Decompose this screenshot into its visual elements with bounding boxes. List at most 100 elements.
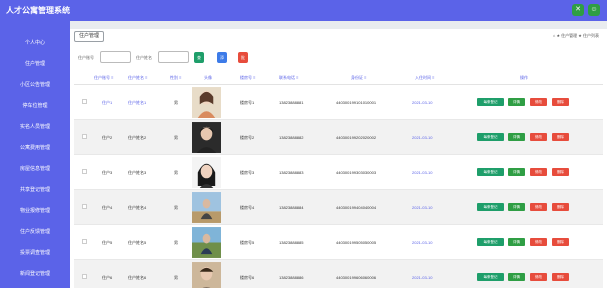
table-row[interactable]: 住户2 住户姓名2 男 楼房号2 13823888882 44030019920… bbox=[74, 120, 603, 155]
delete-button[interactable]: 删除 bbox=[552, 98, 569, 106]
avatar bbox=[192, 87, 221, 118]
cell-phone: 13823888884 bbox=[279, 205, 304, 210]
header-actions: 操作 bbox=[520, 75, 528, 80]
name-label: 住户姓名 bbox=[136, 55, 152, 60]
detail-button[interactable]: 详情 bbox=[508, 273, 525, 281]
detail-button[interactable]: 详情 bbox=[508, 98, 525, 106]
sidebar-item-survey[interactable]: 投票调查管理 bbox=[0, 243, 70, 264]
cell-phone: 13823888881 bbox=[279, 100, 304, 105]
row-checkbox[interactable] bbox=[82, 134, 87, 139]
cell-account: 住户6 bbox=[102, 275, 113, 280]
header-name[interactable]: 住户姓名 ≡ bbox=[128, 75, 147, 81]
user-icon[interactable]: ☺ bbox=[588, 4, 600, 16]
detail-button[interactable]: 详情 bbox=[508, 203, 525, 211]
sidebar-item-housing[interactable]: 房屋信息管理 bbox=[0, 159, 70, 180]
query-button[interactable]: 查询 bbox=[194, 52, 204, 71]
sidebar-item-repair[interactable]: 物业报修管理 bbox=[0, 201, 70, 222]
breadcrumb-separator: ★ bbox=[578, 33, 582, 38]
header-gender[interactable]: 性别 ≡ bbox=[170, 75, 181, 81]
header-account[interactable]: 住户账号 ≡ bbox=[94, 75, 113, 81]
checkin-register-button[interactable]: 每条登记 bbox=[477, 98, 504, 106]
bulk-delete-button[interactable]: 批量删除 bbox=[238, 52, 248, 93]
sidebar-item-realname[interactable]: 实名人员管理 bbox=[0, 117, 70, 138]
cell-checkin: 2021-03-10 bbox=[412, 205, 433, 210]
checkin-register-button[interactable]: 每条登记 bbox=[477, 273, 504, 281]
name-search-input[interactable] bbox=[158, 51, 189, 63]
edit-button[interactable]: 修改 bbox=[530, 273, 547, 281]
cell-name: 住户姓名6 bbox=[128, 275, 147, 280]
detail-button[interactable]: 详情 bbox=[508, 168, 525, 176]
cell-gender: 男 bbox=[174, 170, 178, 175]
tab-resident-management[interactable]: 住户管理 bbox=[74, 31, 105, 42]
breadcrumb-item[interactable]: 住户列表 bbox=[583, 33, 599, 38]
checkin-register-button[interactable]: 每条登记 bbox=[477, 168, 504, 176]
header-id-card[interactable]: 身份证 ≡ bbox=[351, 75, 366, 81]
sidebar-item-parking[interactable]: 停车位管理 bbox=[0, 96, 70, 117]
cell-gender: 男 bbox=[174, 275, 178, 280]
sidebar-item-residents[interactable]: 住户管理 bbox=[0, 54, 70, 75]
delete-button[interactable]: 删除 bbox=[552, 133, 569, 141]
delete-button[interactable]: 删除 bbox=[552, 203, 569, 211]
cell-checkin: 2021-03-10 bbox=[412, 100, 433, 105]
close-icon[interactable]: ✕ bbox=[572, 4, 584, 16]
sidebar-item-feedback[interactable]: 住户反馈管理 bbox=[0, 222, 70, 243]
cell-gender: 男 bbox=[174, 205, 178, 210]
sidebar-item-news[interactable]: 新闻登记管理 bbox=[0, 264, 70, 285]
add-button[interactable]: 添加 bbox=[217, 52, 227, 71]
sidebar-item-notices[interactable]: 小区公告管理 bbox=[0, 75, 70, 96]
table-row[interactable]: 住户5 住户姓名5 男 楼房号5 13823888885 44030019950… bbox=[74, 225, 603, 260]
edit-button[interactable]: 修改 bbox=[530, 168, 547, 176]
checkin-register-button[interactable]: 每条登记 bbox=[477, 203, 504, 211]
cell-gender: 男 bbox=[174, 240, 178, 245]
delete-button[interactable]: 删除 bbox=[552, 168, 569, 176]
cell-room: 楼房号3 bbox=[240, 170, 255, 175]
sidebar-item-shared[interactable]: 共享登记管理 bbox=[0, 180, 70, 201]
cell-room: 楼房号4 bbox=[240, 205, 255, 210]
home-icon[interactable]: ⌂ bbox=[553, 33, 555, 38]
edit-button[interactable]: 修改 bbox=[530, 238, 547, 246]
row-checkbox[interactable] bbox=[82, 99, 87, 104]
row-checkbox[interactable] bbox=[82, 239, 87, 244]
app-title: 人才公寓管理系统 bbox=[6, 6, 70, 15]
edit-button[interactable]: 修改 bbox=[530, 203, 547, 211]
header-strip bbox=[70, 21, 607, 29]
account-search-input[interactable] bbox=[100, 51, 131, 63]
header-checkin[interactable]: 入住时间 ≡ bbox=[415, 75, 434, 81]
cell-phone: 13823888885 bbox=[279, 240, 304, 245]
table-header: 住户账号 ≡ 住户姓名 ≡ 性别 ≡ 头像 楼房号 ≡ 联系电话 ≡ 身份证 ≡… bbox=[74, 71, 603, 85]
cell-id-card: 440300199202020002 bbox=[336, 135, 377, 140]
cell-id-card: 440300199101010001 bbox=[336, 100, 377, 105]
sidebar: 个人中心 住户管理 小区公告管理 停车位管理 实名人员管理 公寓费用管理 房屋信… bbox=[0, 21, 70, 288]
header-room[interactable]: 楼房号 ≡ bbox=[240, 75, 255, 81]
breadcrumb-separator: ★ bbox=[556, 33, 561, 38]
table-row[interactable]: 住户4 住户姓名4 男 楼房号4 13823888884 44030019940… bbox=[74, 190, 603, 225]
cell-gender: 男 bbox=[174, 100, 178, 105]
edit-button[interactable]: 修改 bbox=[530, 98, 547, 106]
checkin-register-button[interactable]: 每条登记 bbox=[477, 238, 504, 246]
detail-button[interactable]: 详情 bbox=[508, 238, 525, 246]
detail-button[interactable]: 详情 bbox=[508, 133, 525, 141]
delete-button[interactable]: 删除 bbox=[552, 238, 569, 246]
header-phone[interactable]: 联系电话 ≡ bbox=[279, 75, 298, 81]
cell-id-card: 440300199505050005 bbox=[336, 240, 377, 245]
cell-room: 楼房号1 bbox=[240, 100, 255, 105]
checkin-register-button[interactable]: 每条登记 bbox=[477, 133, 504, 141]
delete-button[interactable]: 删除 bbox=[552, 273, 569, 281]
avatar bbox=[192, 122, 221, 153]
cell-account: 住户5 bbox=[102, 240, 113, 245]
edit-button[interactable]: 修改 bbox=[530, 133, 547, 141]
account-label: 住户账号 bbox=[78, 55, 94, 60]
row-checkbox[interactable] bbox=[82, 274, 87, 279]
table-row[interactable]: 住户1 住户姓名1 男 楼房号1 13823888881 44030019910… bbox=[74, 85, 603, 120]
table-row[interactable]: 住户3 住户姓名3 男 楼房号3 13823888883 44030019930… bbox=[74, 155, 603, 190]
cell-room: 楼房号2 bbox=[240, 135, 255, 140]
breadcrumb-item[interactable]: 住户管理 bbox=[561, 33, 577, 38]
cell-name: 住户姓名1 bbox=[128, 100, 147, 105]
avatar bbox=[192, 157, 221, 188]
sidebar-item-profile[interactable]: 个人中心 bbox=[0, 33, 70, 54]
row-checkbox[interactable] bbox=[82, 169, 87, 174]
table-row[interactable]: 住户6 住户姓名6 男 楼房号6 13823888886 44030019960… bbox=[74, 260, 603, 288]
sidebar-item-fees[interactable]: 公寓费用管理 bbox=[0, 138, 70, 159]
row-checkbox[interactable] bbox=[82, 204, 87, 209]
cell-phone: 13823888886 bbox=[279, 275, 304, 280]
